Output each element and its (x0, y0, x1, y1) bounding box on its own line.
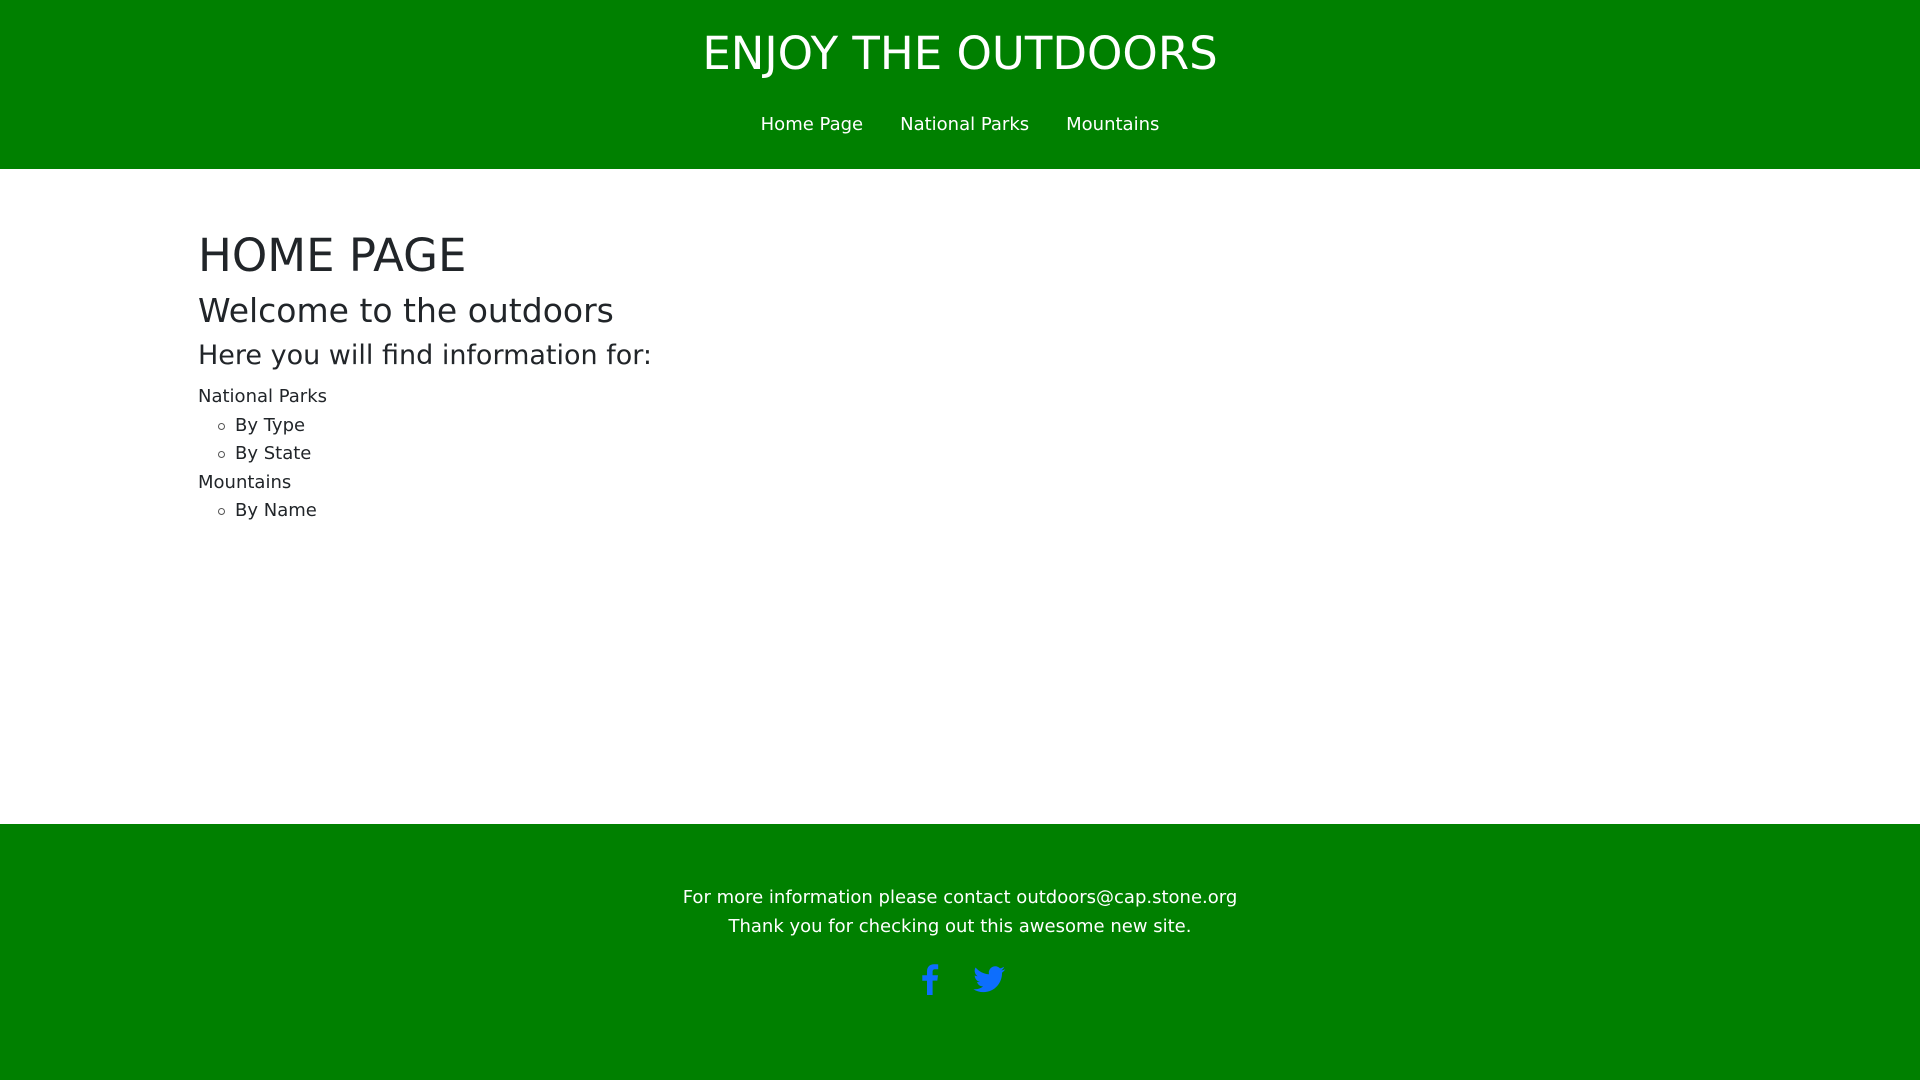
page-heading: HOME PAGE (198, 229, 467, 282)
nav-link-home-page[interactable]: Home Page (761, 110, 863, 140)
subtopic-label: By Name (235, 500, 317, 521)
footer-thanks: Thank you for checking out this awesome … (728, 915, 1192, 937)
site-header: ENJOY THE OUTDOORS Home Page National Pa… (0, 0, 1920, 169)
twitter-link[interactable] (972, 962, 1006, 996)
topic-item-mountains: Mountains By Name (198, 469, 652, 526)
circle-bullet-icon (218, 451, 225, 458)
subtopic-item: By Name (218, 497, 652, 526)
twitter-icon (973, 966, 1006, 993)
topic-item-national-parks: National Parks By Type By State (198, 383, 652, 469)
intro-heading: Here you will find information for: (198, 340, 652, 371)
footer-text: For more information please contact outd… (0, 884, 1920, 941)
page: ENJOY THE OUTDOORS Home Page National Pa… (0, 0, 1920, 1080)
site-footer: For more information please contact outd… (0, 824, 1920, 1080)
subtopic-item: By State (218, 440, 652, 469)
subtopic-label: By State (235, 443, 312, 464)
subtopic-item: By Type (218, 412, 652, 441)
nav-link-national-parks[interactable]: National Parks (900, 110, 1029, 140)
social-links (0, 962, 1920, 996)
footer-contact: For more information please contact outd… (682, 887, 1238, 908)
facebook-link[interactable] (914, 962, 948, 996)
main-nav: Home Page National Parks Mountains (0, 110, 1920, 140)
topic-label: Mountains (198, 471, 292, 493)
subtopic-label: By Type (235, 414, 306, 436)
topic-label: National Parks (198, 386, 328, 407)
circle-bullet-icon (218, 508, 225, 515)
facebook-icon (922, 964, 939, 995)
main-content: HOME PAGE Welcome to the outdoors Here y… (198, 225, 652, 526)
circle-bullet-icon (218, 422, 225, 430)
subtopic-list: By Name (198, 497, 652, 526)
site-title: ENJOY THE OUTDOORS (702, 27, 1218, 80)
nav-link-mountains[interactable]: Mountains (1066, 110, 1159, 140)
welcome-heading: Welcome to the outdoors (198, 291, 614, 330)
topic-list: National Parks By Type By State Mountain… (198, 383, 652, 526)
subtopic-list: By Type By State (198, 412, 652, 469)
